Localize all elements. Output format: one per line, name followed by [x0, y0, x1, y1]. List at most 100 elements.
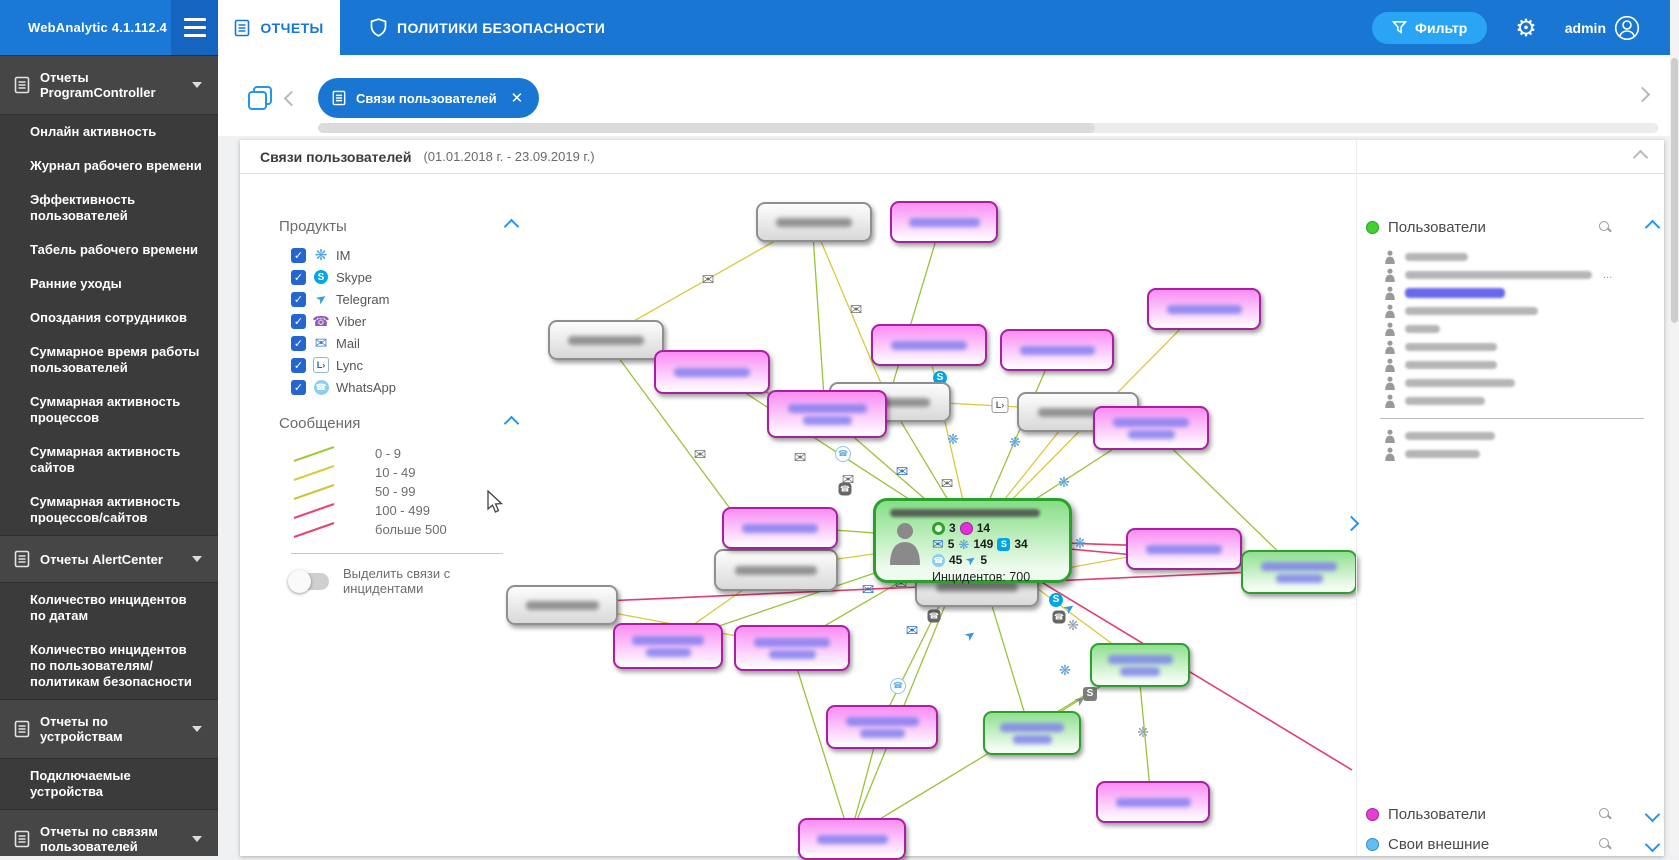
sidebar-item-3[interactable]: Эффективность пользователей	[0, 183, 218, 233]
graph-node-gr2[interactable]	[1241, 550, 1357, 594]
user-list-item[interactable]	[1384, 356, 1658, 374]
hamburger-menu-button[interactable]	[171, 0, 218, 55]
expand-external-users-icon[interactable]	[1644, 836, 1661, 852]
graph-node-p6[interactable]	[767, 390, 887, 438]
sidebar-nav: Отчеты ProgramController Онлайн активност…	[0, 55, 218, 856]
search-icon[interactable]	[1598, 837, 1612, 851]
sidebar-item-2[interactable]: Журнал рабочего времени	[0, 149, 218, 183]
highlight-incidents-toggle[interactable]	[288, 569, 329, 593]
sidebar-item-8[interactable]: Суммарная активность процессов	[0, 385, 218, 435]
graph-node-gr3[interactable]	[1090, 643, 1190, 687]
green-circle-icon	[932, 522, 945, 535]
horizontal-scrollbar[interactable]	[318, 123, 1658, 133]
bottom-panels: Пользователи Свои внешние	[1366, 801, 1661, 857]
product-label: IM	[336, 247, 351, 263]
graph-node-p13[interactable]	[1096, 781, 1210, 823]
edge-color-swatch	[293, 465, 335, 481]
user-list-item[interactable]	[1384, 392, 1658, 410]
graph-node-p3[interactable]	[871, 324, 987, 366]
graph-node-g1[interactable]	[756, 202, 872, 242]
graph-node-g2[interactable]	[548, 320, 664, 360]
user-list-item[interactable]	[1384, 427, 1658, 445]
checkbox[interactable]: ✓	[291, 291, 306, 307]
graph-node-p11[interactable]	[734, 625, 850, 671]
user-menu[interactable]: admin	[1565, 15, 1640, 41]
sidebar-item-6[interactable]: Опоздания сотрудников	[0, 301, 218, 335]
user-list-item[interactable]	[1384, 284, 1658, 302]
sidebar-item-7[interactable]: Суммарное время работы пользователей	[0, 335, 218, 385]
filter-button[interactable]: Фильтр	[1372, 11, 1488, 44]
sidebar-item-5[interactable]: Ранние уходы	[0, 267, 218, 301]
mail-icon: ✉	[932, 536, 944, 552]
graph-node-p14[interactable]	[798, 818, 906, 860]
chevron-right-icon[interactable]	[1634, 86, 1651, 103]
user-list-item[interactable]	[1384, 248, 1658, 266]
tab-reports[interactable]: ОТЧЕТЫ	[218, 0, 340, 55]
sidebar-group-16[interactable]: Отчеты по связям пользователей	[0, 809, 218, 856]
chevron-left-icon[interactable]	[283, 90, 300, 107]
legend-row-2: 50 - 99	[291, 482, 517, 501]
graph-node-p9[interactable]	[1126, 528, 1242, 570]
checkbox[interactable]: ✓	[291, 313, 306, 329]
sidebar-item-15[interactable]: Подключаемые устройства	[0, 759, 218, 809]
graph-node-p10[interactable]	[613, 623, 723, 669]
product-checkbox-im[interactable]: ✓ ❋ IM	[291, 247, 517, 264]
graph-node-focused[interactable]: 3 14 ✉ 5 ❋ 149 S 34 ☎ 45 ➤ 5 Инцидентов: 700	[873, 498, 1072, 584]
collapse-users-icon[interactable]	[1644, 219, 1661, 235]
gear-icon[interactable]: ⚙	[1515, 16, 1537, 40]
checkbox[interactable]: ✓	[291, 335, 306, 351]
checkbox[interactable]: ✓	[291, 379, 306, 395]
sidebar-item-10[interactable]: Суммарная активность процессов/сайтов	[0, 485, 218, 535]
user-list-item[interactable]	[1384, 445, 1658, 463]
report-icon	[14, 830, 30, 848]
collapse-messages-icon[interactable]	[503, 415, 520, 432]
graph-node-p12[interactable]	[826, 705, 938, 749]
sidebar-item-1[interactable]: Онлайн активность	[0, 115, 218, 149]
sidebar-item-13[interactable]: Количество инцидентов по пользователям/п…	[0, 633, 218, 699]
whatsapp-icon: ☎	[313, 379, 329, 395]
user-list-item[interactable]: ...	[1384, 266, 1658, 284]
tab-security-policies[interactable]: ПОЛИТИКИ БЕЗОПАСНОСТИ	[340, 0, 635, 55]
product-label: Telegram	[336, 291, 390, 307]
checkbox[interactable]: ✓	[291, 357, 306, 373]
graph-node-g5[interactable]	[714, 549, 838, 591]
sidebar-group-14[interactable]: Отчеты по устройствам	[0, 699, 218, 759]
graph-node-gr4[interactable]	[983, 711, 1081, 755]
collapse-report-icon[interactable]	[1632, 149, 1649, 166]
sidebar-item-12[interactable]: Количество инцидентов по датам	[0, 583, 218, 633]
sidebar-item-4[interactable]: Табель рабочего времени	[0, 233, 218, 267]
product-checkbox-skype[interactable]: ✓ S Skype	[291, 269, 517, 285]
product-checkbox-whatsapp[interactable]: ✓ ☎ WhatsApp	[291, 379, 517, 395]
product-checkbox-mail[interactable]: ✓ ✉ Mail	[291, 335, 517, 352]
search-icon[interactable]	[1598, 220, 1612, 234]
user-list-item[interactable]	[1384, 374, 1658, 392]
product-checkbox-viber[interactable]: ✓ ☎ Viber	[291, 313, 517, 329]
vertical-scrollbar[interactable]	[1670, 0, 1679, 856]
sidebar-group-11[interactable]: Отчеты AlertCenter	[0, 535, 218, 583]
graph-node-g6[interactable]	[506, 585, 618, 625]
graph-node-p1[interactable]	[890, 201, 998, 243]
checkbox[interactable]: ✓	[291, 247, 306, 263]
graph-node-p7[interactable]	[1093, 406, 1209, 450]
product-checkbox-telegram[interactable]: ✓ ➤ Telegram	[291, 289, 517, 308]
checkbox[interactable]: ✓	[291, 269, 306, 285]
graph-node-p8[interactable]	[722, 507, 838, 549]
graph-node-p5[interactable]	[654, 350, 770, 394]
user-list-item[interactable]	[1384, 302, 1658, 320]
sidebar-group-0[interactable]: Отчеты ProgramController	[0, 55, 218, 115]
graph-node-p4[interactable]	[1000, 329, 1114, 371]
search-icon[interactable]	[1598, 807, 1612, 821]
expand-pink-users-icon[interactable]	[1644, 806, 1661, 822]
product-checkbox-lync[interactable]: ✓ L› Lync	[291, 357, 517, 373]
sidebar-item-9[interactable]: Суммарная активность сайтов	[0, 435, 218, 485]
graph-node-p2[interactable]	[1147, 288, 1261, 330]
user-list-item[interactable]	[1384, 338, 1658, 356]
copy-icon[interactable]	[247, 85, 273, 111]
username: admin	[1564, 19, 1606, 36]
close-icon[interactable]: ✕	[507, 89, 524, 107]
messages-section-title: Сообщения	[279, 415, 361, 432]
user-list-item[interactable]	[1384, 320, 1658, 338]
viber-icon: ☎	[312, 312, 330, 329]
collapse-products-icon[interactable]	[503, 218, 520, 235]
open-report-chip[interactable]: Связи пользователей ✕	[318, 78, 540, 118]
